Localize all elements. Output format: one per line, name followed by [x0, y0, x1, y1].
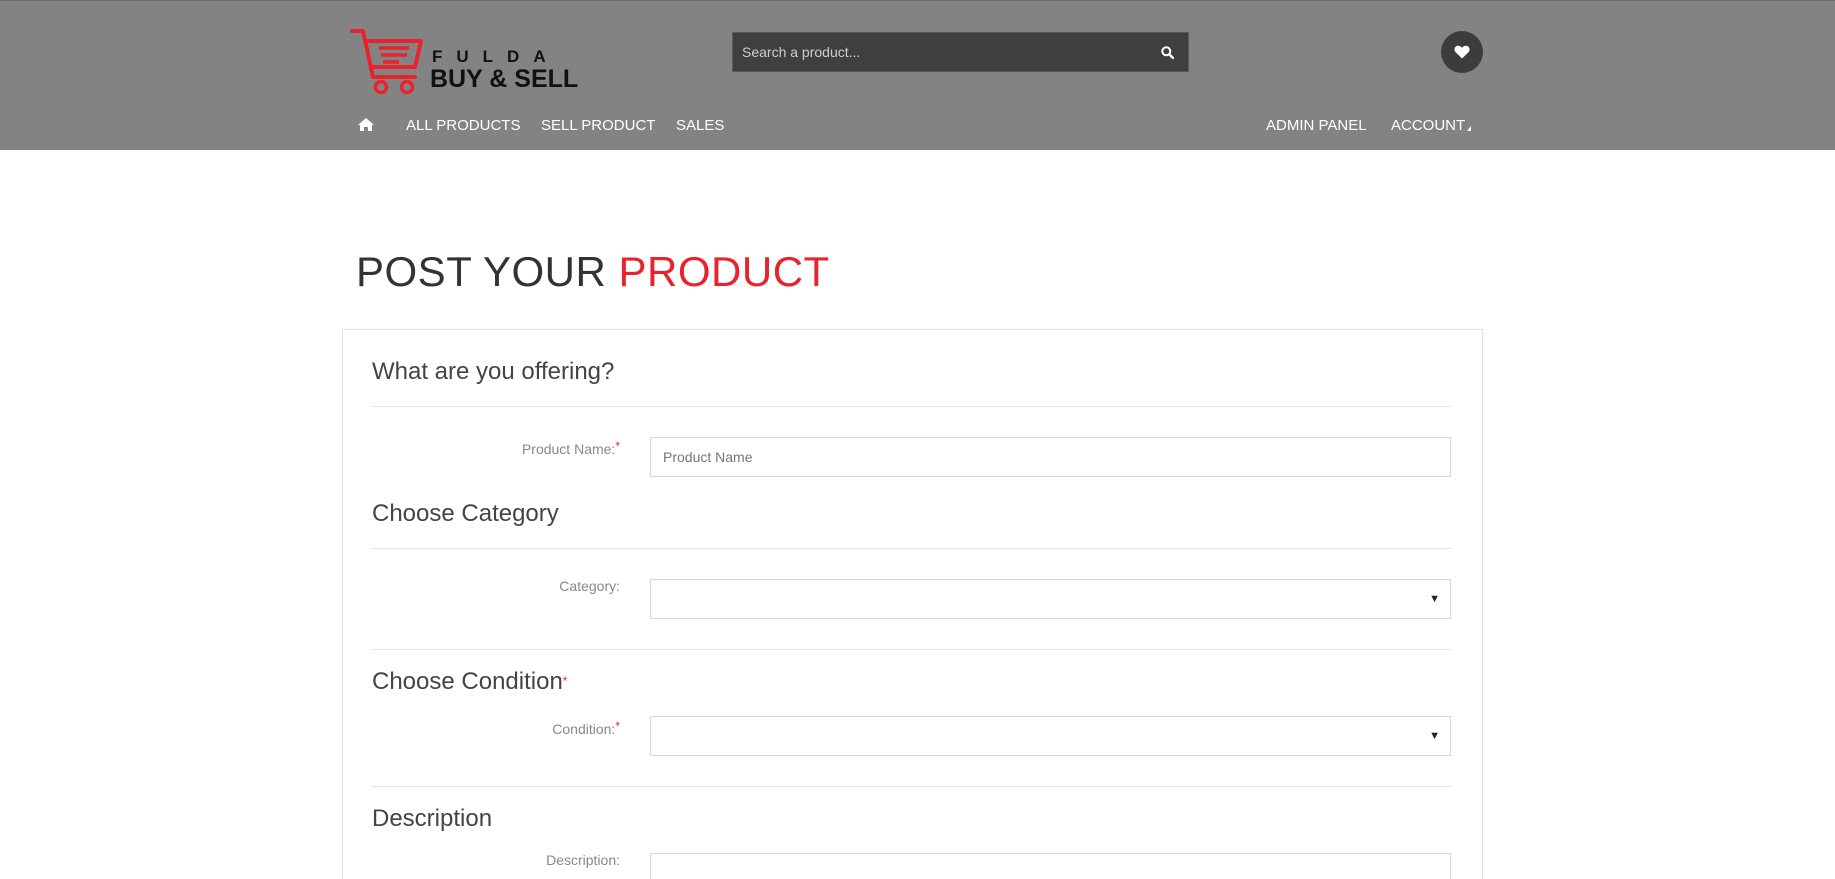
divider — [372, 406, 1451, 407]
logo-brand-top: FULDA — [432, 47, 560, 66]
search-input[interactable] — [733, 33, 1143, 71]
nav-admin-panel[interactable]: ADMIN PANEL — [1266, 117, 1367, 134]
divider — [372, 649, 1451, 650]
site-logo[interactable]: FULDA BUY & SELL — [349, 27, 579, 97]
category-select[interactable]: ▼ — [650, 579, 1451, 619]
search-icon — [1160, 45, 1174, 59]
nav-all-products[interactable]: ALL PRODUCTS — [406, 117, 520, 134]
heart-icon — [1454, 45, 1470, 59]
shopping-cart-icon — [350, 29, 423, 95]
divider — [372, 548, 1451, 549]
page-title: POST YOUR PRODUCT — [356, 248, 830, 296]
caret-icon — [1467, 126, 1472, 131]
product-name-input[interactable] — [651, 438, 1450, 476]
section-condition-title: Choose Condition* — [372, 668, 567, 696]
section-condition-text: Choose Condition — [372, 668, 563, 695]
search-button[interactable] — [1146, 33, 1188, 71]
site-header: FULDA BUY & SELL ALL PRODUCTS SELL PRODU… — [0, 0, 1835, 150]
nav-home[interactable] — [357, 117, 375, 137]
required-mark: * — [615, 719, 620, 733]
section-category-title: Choose Category — [372, 500, 559, 527]
section-offering-title: What are you offering? — [372, 358, 615, 385]
product-name-label: Product Name:* — [370, 439, 620, 457]
condition-select[interactable]: ▼ — [650, 716, 1451, 756]
dropdown-arrow-icon: ▼ — [1429, 593, 1440, 605]
nav-account[interactable]: ACCOUNT — [1391, 117, 1472, 134]
condition-label: Condition:* — [370, 719, 620, 737]
divider — [372, 786, 1451, 787]
nav-account-label: ACCOUNT — [1391, 117, 1466, 134]
section-description-title: Description — [372, 805, 493, 832]
category-label: Category: — [559, 578, 620, 594]
description-label: Description: — [546, 852, 620, 868]
required-mark: * — [615, 439, 620, 453]
logo-brand-bottom: BUY & SELL — [430, 65, 579, 93]
condition-label-text: Condition: — [552, 721, 616, 737]
nav-sales[interactable]: SALES — [676, 117, 724, 134]
required-mark: * — [562, 674, 568, 688]
page-title-main: POST YOUR — [356, 248, 607, 295]
product-name-label-text: Product Name: — [521, 441, 616, 457]
wishlist-button[interactable] — [1441, 31, 1483, 73]
nav-sell-product[interactable]: SELL PRODUCT — [541, 117, 655, 134]
product-name-field — [650, 437, 1451, 477]
home-icon — [358, 118, 374, 131]
dropdown-arrow-icon: ▼ — [1429, 730, 1440, 742]
page-title-accent: PRODUCT — [618, 248, 830, 295]
description-textarea[interactable] — [650, 853, 1451, 879]
search-bar — [732, 32, 1189, 72]
